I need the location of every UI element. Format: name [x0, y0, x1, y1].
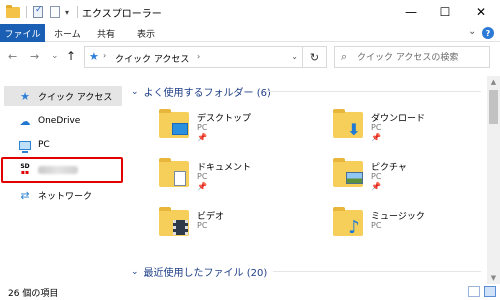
folder-location: PC [197, 172, 208, 181]
chevron-down-icon: ⌄ [131, 86, 139, 97]
divider [273, 271, 481, 272]
pin-icon[interactable]: 📌 [197, 133, 207, 142]
content-pane: ⌄ よく使用するフォルダー (6) デスクトップ PC 📌 ⬇ ダウンロード P… [125, 76, 487, 284]
sidebar-item-network[interactable]: ⇄ ネットワーク [4, 185, 122, 205]
vertical-scrollbar[interactable]: ▲ ▼ [487, 76, 500, 284]
back-button[interactable]: ← [8, 50, 17, 63]
group-header-recent[interactable]: ⌄ 最近使用したファイル (20) [131, 264, 268, 280]
chevron-down-icon: ⌄ [131, 266, 139, 277]
address-bar[interactable]: ★ › クイック アクセス › ⌄ [84, 46, 303, 68]
folder-desktop[interactable]: デスクトップ PC 📌 [153, 106, 303, 150]
up-button[interactable]: ↑ [66, 49, 76, 63]
sidebar-item-label: ネットワーク [38, 191, 93, 202]
pin-icon[interactable]: 📌 [371, 182, 381, 191]
star-icon: ★ [20, 89, 30, 103]
window-title: エクスプローラー [82, 9, 162, 20]
cloud-icon: ☁ [19, 114, 31, 128]
folder-pictures[interactable]: ピクチャ PC 📌 [327, 155, 477, 199]
folder-icon [6, 4, 20, 19]
scroll-thumb[interactable] [489, 90, 498, 124]
customize-toolbar-chevron-icon[interactable]: ▾ [65, 5, 69, 19]
refresh-button[interactable]: ↻ [303, 46, 327, 68]
status-bar: 26 個の項目 [0, 284, 500, 300]
folder-location: PC [371, 221, 382, 230]
search-box[interactable]: ⌕ [334, 46, 490, 68]
address-location[interactable]: クイック アクセス [115, 52, 189, 65]
chevron-right-icon[interactable]: › [103, 51, 106, 60]
network-icon: ⇄ [20, 188, 30, 202]
folder-location: PC [371, 123, 382, 132]
red-highlight-box [1, 157, 123, 183]
folder-location: PC [371, 172, 382, 181]
film-strip-icon [171, 218, 189, 236]
large-icons-view-icon[interactable] [484, 286, 496, 297]
separator [26, 5, 27, 19]
folder-location: PC [197, 221, 208, 230]
pin-icon[interactable]: 📌 [197, 182, 207, 191]
folder-music[interactable]: ♪ ミュージック PC [327, 204, 477, 248]
scroll-down-icon[interactable]: ▼ [487, 272, 500, 284]
sidebar-item-label: クイック アクセス [38, 92, 113, 103]
recent-locations-icon[interactable]: ⌄ [51, 51, 59, 61]
star-icon: ★ [89, 50, 99, 63]
tab-share[interactable]: 共有 [97, 24, 115, 42]
tab-file[interactable]: ファイル [0, 24, 45, 42]
separator [77, 5, 78, 19]
details-view-icon[interactable] [468, 286, 480, 297]
search-input[interactable] [357, 50, 485, 65]
close-button[interactable]: ✕ [466, 0, 496, 24]
folder-downloads[interactable]: ⬇ ダウンロード PC 📌 [327, 106, 477, 150]
desktop-overlay [171, 120, 189, 138]
sidebar-item-label: PC [38, 140, 50, 150]
sidebar-item-pc[interactable]: PC [4, 135, 122, 155]
divider [265, 91, 481, 92]
group-title: 最近使用したファイル (20) [143, 268, 268, 279]
help-icon[interactable]: ? [482, 27, 494, 39]
forward-button[interactable]: → [30, 50, 39, 63]
document-page-icon [171, 169, 189, 187]
sidebar-item-label: OneDrive [38, 116, 81, 126]
minimize-button[interactable]: — [396, 0, 426, 24]
picture-overlay-icon [345, 169, 363, 187]
folder-location: PC [197, 123, 208, 132]
chevron-down-icon[interactable]: ⌄ [291, 52, 298, 61]
sidebar-item-onedrive[interactable]: ☁ OneDrive [4, 111, 122, 131]
pin-icon[interactable]: 📌 [371, 133, 381, 142]
properties-icon[interactable] [33, 5, 43, 19]
search-icon: ⌕ [341, 50, 348, 63]
new-folder-icon[interactable] [50, 5, 60, 19]
ribbon: ファイル ホーム 共有 表示 ⌄ ? [0, 24, 500, 42]
folder-documents[interactable]: ドキュメント PC 📌 [153, 155, 303, 199]
maximize-button[interactable]: ☐ [430, 0, 460, 24]
pc-icon [18, 138, 32, 153]
folder-videos[interactable]: ビデオ PC [153, 204, 303, 248]
group-title: よく使用するフォルダー (6) [143, 88, 271, 99]
sidebar-item-quick-access[interactable]: ★ クイック アクセス [4, 86, 122, 106]
tab-view[interactable]: 表示 [137, 24, 155, 42]
scroll-up-icon[interactable]: ▲ [487, 76, 500, 88]
music-note-icon: ♪ [348, 216, 360, 238]
title-bar: ▾ エクスプローラー — ☐ ✕ [0, 0, 500, 24]
chevron-right-icon[interactable]: › [197, 52, 200, 61]
group-header-frequent[interactable]: ⌄ よく使用するフォルダー (6) [131, 84, 271, 100]
expand-ribbon-icon[interactable]: ⌄ [468, 26, 476, 37]
download-arrow-icon: ⬇ [347, 119, 361, 139]
item-count: 26 個の項目 [8, 289, 59, 299]
tab-home[interactable]: ホーム [54, 24, 81, 42]
